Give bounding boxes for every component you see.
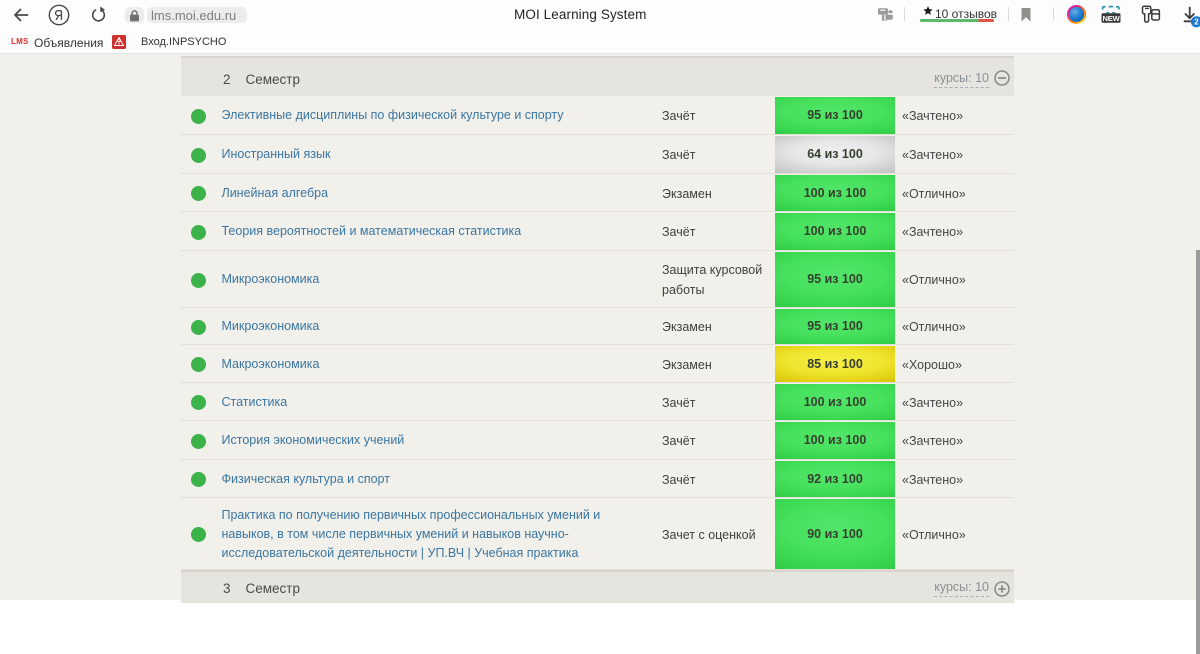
svg-text:2: 2 bbox=[1194, 18, 1199, 27]
svg-text:NEW: NEW bbox=[1102, 14, 1120, 23]
